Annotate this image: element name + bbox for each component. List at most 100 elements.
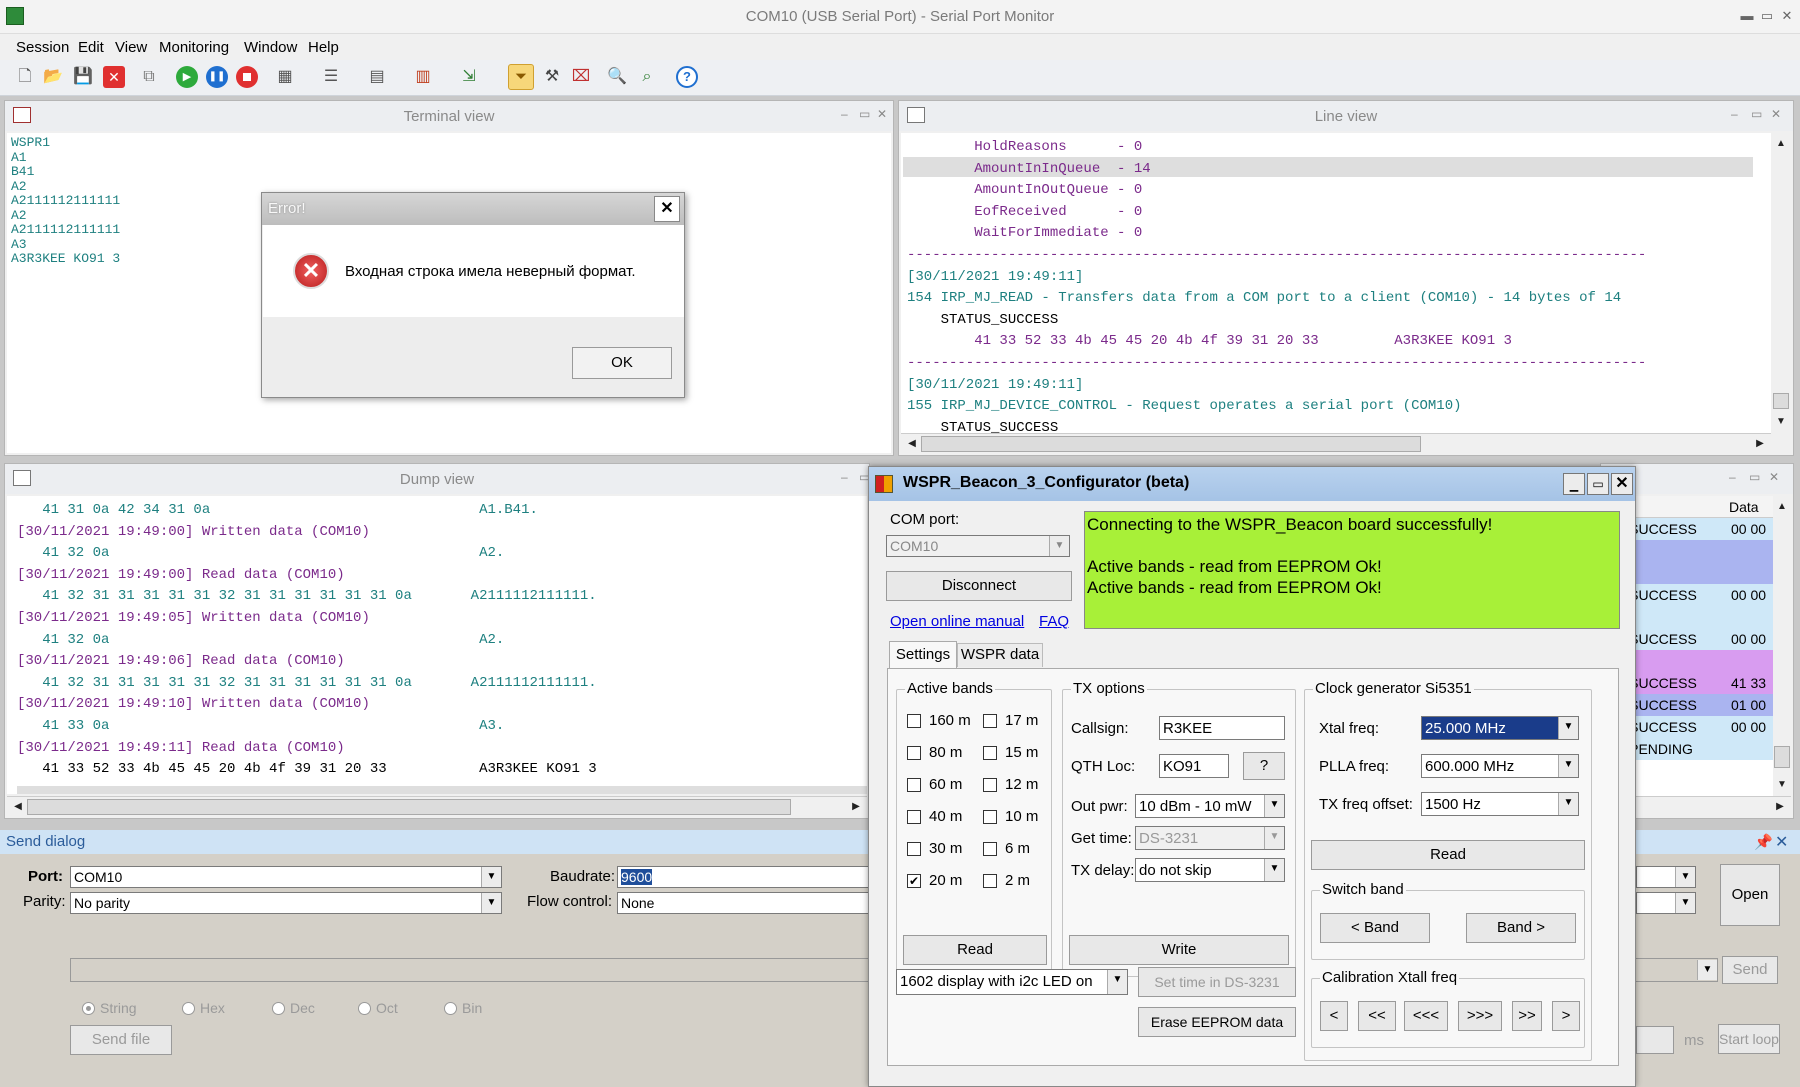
menu-session[interactable]: Session <box>16 39 69 56</box>
maximize-button[interactable]: ▭ <box>1587 473 1609 495</box>
close-icon[interactable]: ✕ <box>1775 832 1788 852</box>
write-button[interactable]: Write <box>1069 935 1289 965</box>
close-button[interactable]: ✕ <box>1611 473 1633 495</box>
set-time-button[interactable]: Set time in DS-3231 <box>1138 967 1296 997</box>
format-radio-string[interactable] <box>82 1002 95 1015</box>
band-checkbox[interactable] <box>983 746 997 760</box>
plla-freq-select[interactable]: 600.000 MHz ▼ <box>1421 754 1579 778</box>
pause-icon[interactable]: ❚❚ <box>206 66 228 88</box>
tab-wspr-data[interactable]: WSPR data <box>957 643 1043 667</box>
com-port-select[interactable]: COM10 ▼ <box>886 535 1070 557</box>
calib-button[interactable]: << <box>1358 1001 1396 1031</box>
filter-icon[interactable]: ⏷ <box>508 64 534 90</box>
get-time-select[interactable]: DS-3231 ▼ <box>1135 826 1285 850</box>
new-session-icon[interactable]: 🗋 <box>12 64 38 90</box>
calib-button[interactable]: < <box>1320 1001 1348 1031</box>
maximize-button[interactable]: ▭ <box>1756 6 1778 26</box>
band-next-button[interactable]: Band > <box>1466 913 1576 943</box>
format-radio-hex[interactable] <box>182 1002 195 1015</box>
send-button[interactable]: Send <box>1722 956 1778 984</box>
tools-icon[interactable]: ⚒ <box>539 64 565 90</box>
pane-minimize-icon[interactable]: – <box>841 107 848 121</box>
search-icon[interactable]: 🔍 <box>604 64 630 90</box>
clear-icon[interactable]: ⌧ <box>568 64 594 90</box>
calib-button[interactable]: >> <box>1512 1001 1542 1031</box>
menu-view[interactable]: View <box>115 39 147 56</box>
menu-window[interactable]: Window <box>244 39 297 56</box>
callsign-input[interactable]: R3KEE <box>1159 716 1285 740</box>
find-next-icon[interactable]: ⌕ <box>634 64 660 90</box>
menu-edit[interactable]: Edit <box>78 39 104 56</box>
band-checkbox[interactable] <box>983 810 997 824</box>
pane-restore-icon[interactable]: ▭ <box>1751 107 1762 121</box>
dump-view-hscroll[interactable]: ◀ ▶ <box>7 796 867 816</box>
qth-help-button[interactable]: ? <box>1243 752 1285 780</box>
band-checkbox[interactable] <box>907 842 921 856</box>
band-checkbox[interactable]: ✔ <box>907 874 921 888</box>
faq-link[interactable]: FAQ <box>1039 613 1069 630</box>
send-file-button[interactable]: Send file <box>70 1025 172 1055</box>
band-prev-button[interactable]: < Band <box>1320 913 1430 943</box>
dump-view-body[interactable]: 41 31 0a 42 34 31 0a A1.B41. [30/11/2021 … <box>7 496 867 794</box>
minimize-button[interactable]: ▁ <box>1563 473 1585 495</box>
save-icon[interactable]: 💾 <box>70 64 96 90</box>
ok-button[interactable]: OK <box>572 347 672 379</box>
pane-minimize-icon[interactable]: – <box>1731 107 1738 121</box>
line-view-vscroll[interactable]: ▲ ▼ <box>1771 133 1791 433</box>
band-checkbox[interactable] <box>907 810 921 824</box>
line-view-body[interactable]: HoldReasons - 0 AmountInInQueue - 14 Amo… <box>901 133 1771 433</box>
band-checkbox[interactable] <box>907 746 921 760</box>
flow-control-select[interactable]: None <box>617 892 877 914</box>
erase-eeprom-button[interactable]: Erase EEPROM data <box>1138 1007 1296 1037</box>
calib-button[interactable]: <<< <box>1404 1001 1448 1031</box>
band-checkbox[interactable] <box>907 714 921 728</box>
calib-button[interactable]: > <box>1552 1001 1580 1031</box>
tx-delay-select[interactable]: do not skip ▼ <box>1135 858 1285 882</box>
band-checkbox[interactable] <box>983 874 997 888</box>
export-icon[interactable]: ⇲ <box>456 64 482 90</box>
format-radio-dec[interactable] <box>272 1002 285 1015</box>
band-checkbox[interactable] <box>907 778 921 792</box>
band-checkbox[interactable] <box>983 778 997 792</box>
line-view-hscroll[interactable]: ◀ ▶ <box>901 433 1771 453</box>
open-session-icon[interactable]: 📂 <box>40 64 66 90</box>
format-radio-oct[interactable] <box>358 1002 371 1015</box>
pane-minimize-icon[interactable]: – <box>1729 470 1736 484</box>
copy-icon[interactable]: ⧉ <box>136 64 162 90</box>
request-view-vscroll[interactable]: ▲ ▼ <box>1773 496 1791 796</box>
display-select[interactable]: 1602 display with i2c LED on ▼ <box>896 969 1128 995</box>
tab-settings[interactable]: Settings <box>889 641 957 669</box>
right-select-2[interactable]: ▼ <box>1636 892 1696 914</box>
list-view-icon[interactable]: ☰ <box>318 64 344 90</box>
online-manual-link[interactable]: Open online manual <box>890 613 1024 630</box>
bands-read-button[interactable]: Read <box>903 935 1047 965</box>
menu-monitoring[interactable]: Monitoring <box>159 39 229 56</box>
start-loop-button[interactable]: Start loop <box>1718 1024 1780 1054</box>
menu-help[interactable]: Help <box>308 39 339 56</box>
table-view-icon[interactable]: ▤ <box>364 64 390 90</box>
report-icon[interactable]: ▥ <box>410 64 436 90</box>
interval-stepper[interactable] <box>1636 1026 1674 1054</box>
pane-restore-icon[interactable]: ▭ <box>859 107 870 121</box>
grid-view-icon[interactable]: ▦ <box>272 64 298 90</box>
disconnect-button[interactable]: Disconnect <box>886 571 1072 601</box>
pane-restore-icon[interactable]: ▭ <box>1749 470 1760 484</box>
minimize-button[interactable]: ▬ <box>1736 6 1758 26</box>
baudrate-input[interactable]: 9600 <box>617 866 877 888</box>
format-radio-bin[interactable] <box>444 1002 457 1015</box>
start-icon[interactable]: ▶ <box>176 66 198 88</box>
port-select[interactable]: COM10 ▼ <box>70 866 502 888</box>
right-select-1[interactable]: ▼ <box>1636 866 1696 888</box>
xtal-freq-select[interactable]: 25.000 MHz ▼ <box>1421 716 1579 740</box>
close-session-icon[interactable]: ✕ <box>103 66 125 88</box>
stop-icon[interactable] <box>236 66 258 88</box>
band-checkbox[interactable] <box>983 842 997 856</box>
out-pwr-select[interactable]: 10 dBm - 10 mW ▼ <box>1135 794 1285 818</box>
pane-close-icon[interactable]: ✕ <box>1769 470 1779 484</box>
close-button[interactable]: ✕ <box>1776 6 1798 26</box>
pane-minimize-icon[interactable]: – <box>841 470 848 484</box>
pin-icon[interactable]: 📌 <box>1754 833 1773 851</box>
band-checkbox[interactable] <box>983 714 997 728</box>
parity-select[interactable]: No parity ▼ <box>70 892 502 914</box>
tx-freq-offset-select[interactable]: 1500 Hz ▼ <box>1421 792 1579 816</box>
